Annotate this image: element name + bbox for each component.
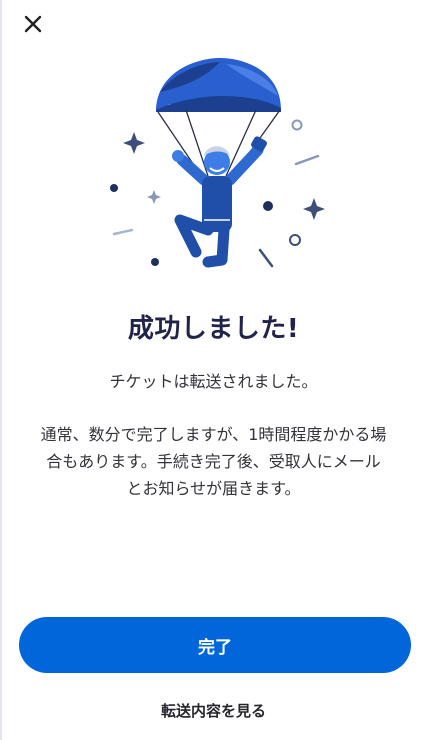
info-line: 通常、数分で完了しますが、1時間程度かかる場 bbox=[40, 425, 387, 444]
close-icon bbox=[24, 15, 42, 33]
parachute-canopy bbox=[156, 58, 281, 112]
view-transfer-details-link[interactable]: 転送内容を見る bbox=[0, 700, 427, 721]
success-title: 成功しました! bbox=[127, 314, 300, 344]
parachute-person-illustration bbox=[110, 58, 325, 268]
info-line: 合もあります。手続き完了後、受取人にメール bbox=[46, 452, 381, 471]
info-message: 通常、数分で完了しますが、1時間程度かかる場 合もあります。手続き完了後、受取人… bbox=[20, 421, 407, 502]
transfer-status-text: チケットは転送されました。 bbox=[109, 372, 318, 391]
info-line: とお知らせが届きます。 bbox=[126, 479, 301, 498]
done-button[interactable]: 完了 bbox=[19, 617, 411, 673]
close-button[interactable] bbox=[18, 9, 48, 39]
success-screen: 成功しました! チケットは転送されました。 通常、数分で完了しますが、1時間程度… bbox=[0, 0, 427, 740]
